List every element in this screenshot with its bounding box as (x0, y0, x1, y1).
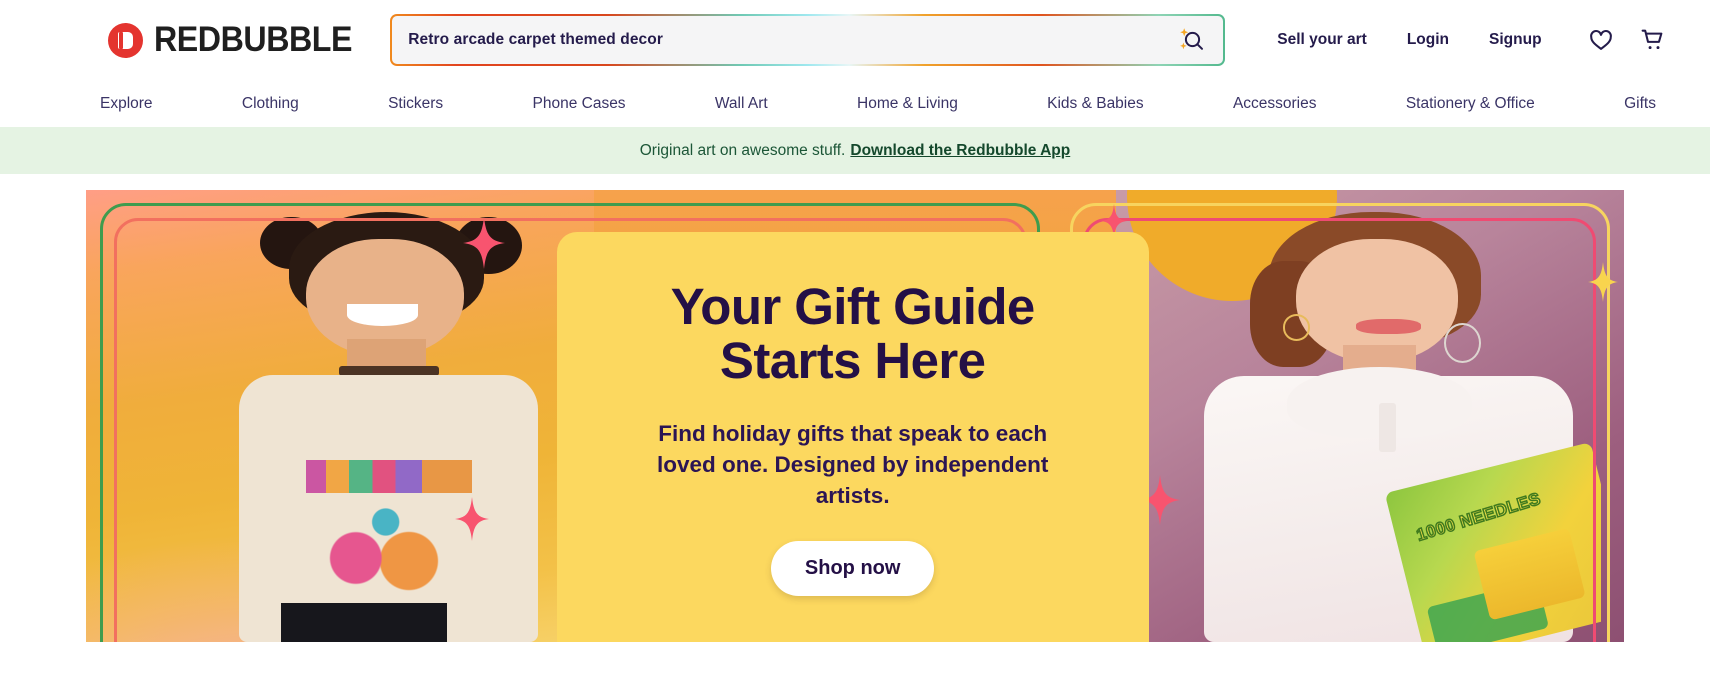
nav-item-wall-art[interactable]: Wall Art (707, 89, 776, 119)
search-bar-inner (392, 16, 1224, 64)
nav-item-accessories[interactable]: Accessories (1225, 89, 1325, 119)
header-links: Sell your art Login Signup (1257, 31, 1561, 49)
nav-item-stickers[interactable]: Stickers (380, 89, 451, 119)
redbubble-logo-icon (108, 22, 143, 58)
redbubble-wordmark: REDBUBBLE (154, 20, 353, 59)
nav-item-stationery-office[interactable]: Stationery & Office (1398, 89, 1543, 119)
nav-item-phone-cases[interactable]: Phone Cases (525, 89, 634, 119)
nav-item-clothing[interactable]: Clothing (234, 89, 307, 119)
promo-banner: Original art on awesome stuff. Download … (0, 127, 1710, 174)
nav-item-home-and-living[interactable]: Home & Living (849, 89, 966, 119)
nav-item-gifts[interactable]: Gifts (1616, 89, 1664, 119)
promo-text: Original art on awesome stuff. (639, 141, 846, 159)
cart-icon[interactable] (1638, 25, 1668, 55)
hero-model-right-image: 1000 NEEDLES (1140, 199, 1601, 642)
hero-model-left-image (181, 204, 596, 642)
search-input[interactable] (408, 31, 1176, 49)
site-header: REDBUBBLE Sell your art Login Signup (0, 0, 1710, 80)
hero-title: Your Gift Guide Starts Here (670, 278, 1036, 390)
category-nav: Explore Clothing Stickers Phone Cases Wa… (0, 80, 1710, 127)
nav-item-kids-and-babies[interactable]: Kids & Babies (1039, 89, 1152, 119)
header-icon-group (1586, 25, 1668, 55)
redbubble-homepage: REDBUBBLE Sell your art Login Signup (0, 0, 1710, 684)
hero-banner[interactable]: 1000 NEEDLES Your Gift Guide Starts Here… (86, 190, 1624, 642)
login-link[interactable]: Login (1387, 31, 1469, 49)
nav-item-explore[interactable]: Explore (92, 89, 161, 119)
sell-your-art-link[interactable]: Sell your art (1257, 31, 1387, 49)
download-app-link[interactable]: Download the Redbubble App (850, 142, 1070, 160)
signup-link[interactable]: Signup (1469, 31, 1562, 49)
hero-subtitle: Find holiday gifts that speak to each lo… (657, 421, 1049, 509)
search-sparkle-icon[interactable] (1175, 23, 1209, 57)
hero-content-card: Your Gift Guide Starts Here Find holiday… (556, 232, 1149, 642)
redbubble-logo[interactable]: REDBUBBLE (108, 20, 369, 60)
search-bar[interactable] (390, 14, 1226, 66)
heart-icon[interactable] (1586, 25, 1616, 55)
shop-now-button[interactable]: Shop now (770, 541, 935, 597)
tshirt-artwork (305, 453, 472, 603)
